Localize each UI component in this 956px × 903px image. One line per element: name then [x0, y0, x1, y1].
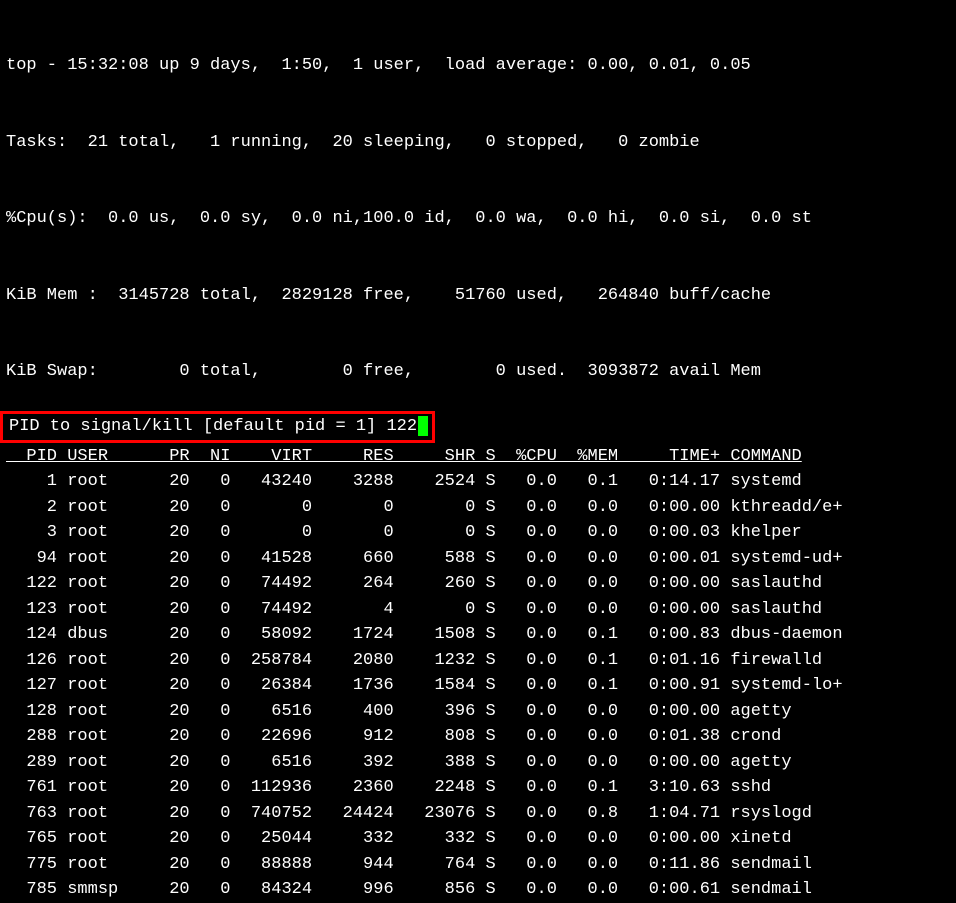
process-row[interactable]: 761 root 20 0 112936 2360 2248 S 0.0 0.1…	[6, 775, 950, 801]
kill-prompt[interactable]: PID to signal/kill [default pid = 1] 122	[0, 410, 956, 444]
uptime-line: top - 15:32:08 up 9 days, 1:50, 1 user, …	[6, 53, 950, 79]
process-row[interactable]: 126 root 20 0 258784 2080 1232 S 0.0 0.1…	[6, 648, 950, 674]
process-row[interactable]: 775 root 20 0 88888 944 764 S 0.0 0.0 0:…	[6, 852, 950, 878]
mem-line: KiB Mem : 3145728 total, 2829128 free, 5…	[6, 283, 950, 309]
process-row[interactable]: 1 root 20 0 43240 3288 2524 S 0.0 0.1 0:…	[6, 469, 950, 495]
process-row[interactable]: 123 root 20 0 74492 4 0 S 0.0 0.0 0:00.0…	[6, 597, 950, 623]
swap-line: KiB Swap: 0 total, 0 free, 0 used. 30938…	[6, 359, 950, 385]
prompt-highlight-box: PID to signal/kill [default pid = 1] 122	[0, 411, 435, 443]
prompt-label: PID to signal/kill [default pid = 1]	[3, 417, 386, 436]
process-row[interactable]: 128 root 20 0 6516 400 396 S 0.0 0.0 0:0…	[6, 699, 950, 725]
cpu-line: %Cpu(s): 0.0 us, 0.0 sy, 0.0 ni,100.0 id…	[6, 206, 950, 232]
process-row[interactable]: 127 root 20 0 26384 1736 1584 S 0.0 0.1 …	[6, 673, 950, 699]
tasks-line: Tasks: 21 total, 1 running, 20 sleeping,…	[6, 130, 950, 156]
summary-block: top - 15:32:08 up 9 days, 1:50, 1 user, …	[0, 0, 956, 410]
process-row[interactable]: 765 root 20 0 25044 332 332 S 0.0 0.0 0:…	[6, 826, 950, 852]
process-row[interactable]: 122 root 20 0 74492 264 260 S 0.0 0.0 0:…	[6, 571, 950, 597]
process-row[interactable]: 2 root 20 0 0 0 0 S 0.0 0.0 0:00.00 kthr…	[6, 495, 950, 521]
process-row[interactable]: 3 root 20 0 0 0 0 S 0.0 0.0 0:00.03 khel…	[6, 520, 950, 546]
column-header-row: PID USER PR NI VIRT RES SHR S %CPU %MEM …	[0, 444, 956, 470]
process-row[interactable]: 124 dbus 20 0 58092 1724 1508 S 0.0 0.1 …	[6, 622, 950, 648]
process-row[interactable]: 289 root 20 0 6516 392 388 S 0.0 0.0 0:0…	[6, 750, 950, 776]
process-row[interactable]: 785 smmsp 20 0 84324 996 856 S 0.0 0.0 0…	[6, 877, 950, 903]
cursor	[418, 416, 428, 436]
process-table[interactable]: 1 root 20 0 43240 3288 2524 S 0.0 0.1 0:…	[0, 469, 956, 903]
process-row[interactable]: 94 root 20 0 41528 660 588 S 0.0 0.0 0:0…	[6, 546, 950, 572]
process-row[interactable]: 288 root 20 0 22696 912 808 S 0.0 0.0 0:…	[6, 724, 950, 750]
prompt-input-value[interactable]: 122	[386, 417, 417, 436]
process-row[interactable]: 763 root 20 0 740752 24424 23076 S 0.0 0…	[6, 801, 950, 827]
